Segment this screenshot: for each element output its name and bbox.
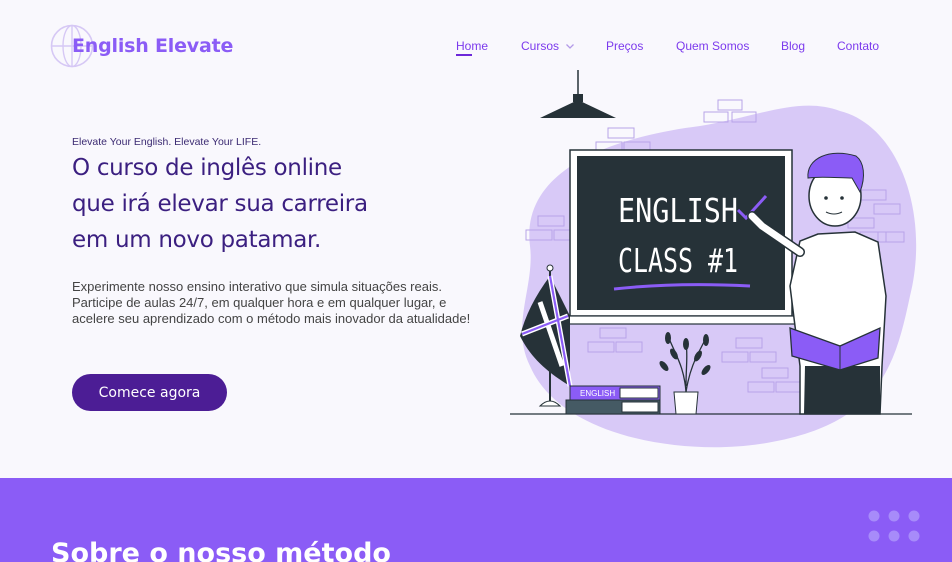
nav-contato-label: Contato	[837, 39, 880, 53]
nav-quem-somos[interactable]: Quem Somos	[676, 39, 749, 53]
nav-home-label: Home	[456, 39, 489, 53]
nav-precos[interactable]: Preços	[606, 39, 643, 53]
nav-cursos[interactable]: Cursos	[521, 39, 575, 53]
start-now-button[interactable]: Comece agora	[72, 374, 227, 411]
nav-blog[interactable]: Blog	[781, 39, 805, 53]
main-nav: Home Cursos Preços Quem Somos Blog Conta…	[0, 39, 952, 59]
hero-tagline: Elevate Your English. Elevate Your LIFE.	[72, 136, 262, 148]
about-method-section: Sobre o nosso método	[0, 478, 952, 562]
nav-quem-somos-label: Quem Somos	[676, 39, 750, 53]
book-label: ENGLISH	[580, 389, 615, 398]
nav-precos-label: Preços	[606, 39, 644, 53]
chalkboard: ENGLISH CLASS #1	[559, 149, 803, 325]
hero-description: Experimente nosso ensino interativo que …	[72, 279, 471, 326]
headline-line: que irá elevar sua carreira	[72, 191, 368, 217]
section-title: Sobre o nosso método	[51, 538, 391, 562]
board-line2: CLASS #1	[618, 241, 738, 280]
headline-line: O curso de inglês online	[72, 155, 342, 181]
nav-cursos-label: Cursos	[521, 39, 560, 53]
nav-blog-label: Blog	[781, 39, 806, 53]
nav-home[interactable]: Home	[456, 39, 489, 56]
english-class-illustration: ENGLISH CLASS #1 ENGLISH	[510, 70, 917, 448]
dot-grid-icon	[868, 510, 920, 542]
nav-contato[interactable]: Contato	[837, 39, 879, 53]
hero-headline: O curso de inglês online que irá elevar …	[72, 150, 452, 258]
headline-line: em um novo patamar.	[72, 227, 322, 253]
ceiling-lamp	[540, 70, 616, 118]
chevron-down-icon	[566, 44, 574, 49]
book-stack: ENGLISH	[565, 385, 661, 415]
board-line1: ENGLISH	[618, 191, 738, 230]
